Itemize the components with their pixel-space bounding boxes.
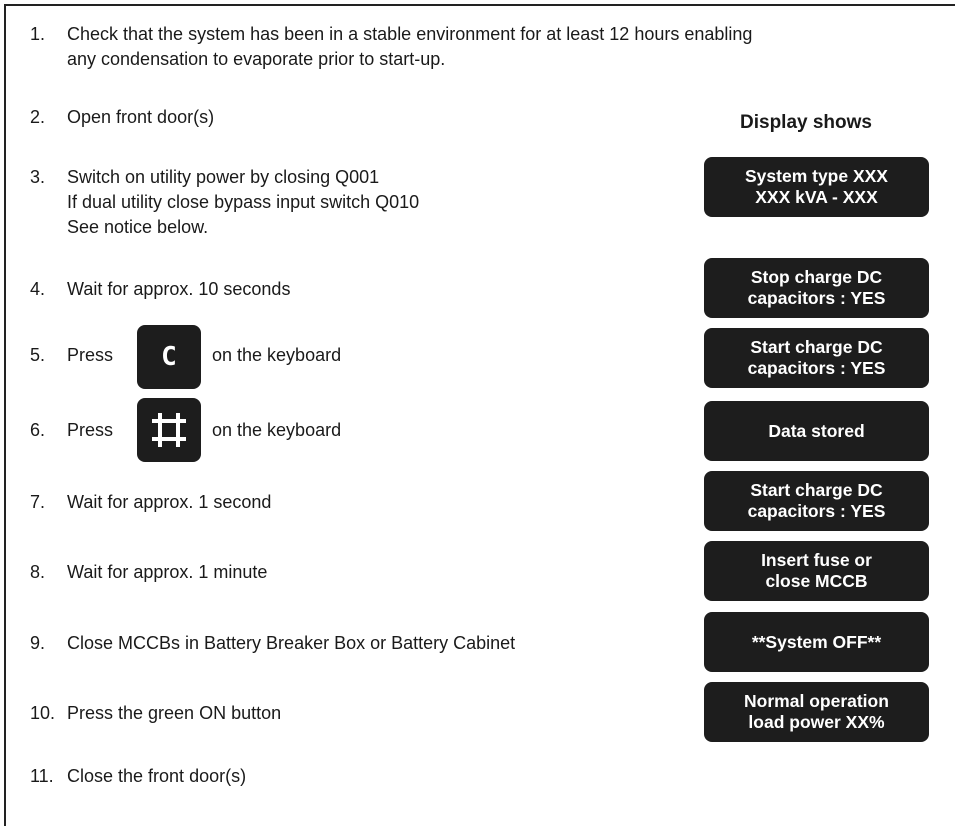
step-text-line: Wait for approx. 10 seconds	[67, 279, 291, 299]
display-stop-charge: Stop charge DC capacitors : YES	[704, 258, 929, 318]
step-text-line: Switch on utility power by closing Q001	[67, 167, 380, 187]
step-text-press: Press	[67, 345, 114, 365]
step-number: 5.	[30, 345, 46, 365]
step-7: 7. Wait for approx. 1 second	[30, 490, 271, 515]
display-line: Insert fuse or	[761, 550, 872, 570]
display-line: close MCCB	[765, 571, 868, 591]
display-line: System type XXX	[745, 166, 888, 186]
step-number: 7.	[30, 492, 46, 512]
step-text-keyboard: on the keyboard	[212, 345, 342, 365]
step-text-line: Press the green ON button	[67, 703, 282, 723]
step-text-line: Check that the system has been in a stab…	[67, 24, 753, 44]
display-line: capacitors : YES	[747, 501, 886, 521]
step-2: 2. Open front door(s)	[30, 105, 214, 130]
enter-key-glyph	[152, 413, 186, 447]
display-line: load power XX%	[748, 712, 885, 732]
step-4: 4. Wait for approx. 10 seconds	[30, 277, 290, 302]
step-number: 10.	[30, 703, 56, 723]
step-3: 3. Switch on utility power by closing Q0…	[30, 165, 419, 237]
c-key-label: C	[161, 342, 177, 372]
step-text-line: Close the front door(s)	[67, 766, 247, 786]
step-number: 9.	[30, 633, 46, 653]
display-line: capacitors : YES	[747, 288, 886, 308]
display-line: Data stored	[768, 420, 865, 441]
step-5: 5. Press on the keyboard	[30, 343, 341, 368]
display-data-stored: Data stored	[704, 401, 929, 461]
step-number: 11.	[30, 766, 54, 786]
step-text-line: any condensation to evaporate prior to s…	[67, 49, 446, 69]
step-number: 8.	[30, 562, 46, 582]
step-6: 6. Press on the keyboard	[30, 418, 341, 443]
display-line: **System OFF**	[751, 631, 882, 652]
step-number: 2.	[30, 107, 46, 127]
step-10: 10. Press the green ON button	[30, 701, 281, 726]
display-line: capacitors : YES	[747, 358, 886, 378]
step-number: 1.	[30, 24, 46, 44]
display-system-off: **System OFF**	[704, 612, 929, 672]
display-start-charge-2: Start charge DC capacitors : YES	[704, 471, 929, 531]
step-text-line: Wait for approx. 1 minute	[67, 562, 268, 582]
step-text-keyboard: on the keyboard	[212, 420, 342, 440]
display-heading: Display shows	[740, 112, 872, 133]
display-start-charge: Start charge DC capacitors : YES	[704, 328, 929, 388]
step-number: 3.	[30, 167, 46, 187]
display-line: Start charge DC	[750, 480, 883, 500]
step-9: 9. Close MCCBs in Battery Breaker Box or…	[30, 631, 515, 656]
c-key-icon: C	[137, 325, 201, 389]
step-text-press: Press	[67, 420, 114, 440]
step-text-line: See notice below.	[67, 217, 209, 237]
display-insert-fuse: Insert fuse or close MCCB	[704, 541, 929, 601]
display-line: Normal operation	[744, 691, 889, 711]
display-system-type: System type XXX XXX kVA - XXX	[704, 157, 929, 217]
step-text-line: Close MCCBs in Battery Breaker Box or Ba…	[67, 633, 516, 653]
step-number: 4.	[30, 279, 46, 299]
display-line: Start charge DC	[750, 337, 883, 357]
display-normal-operation: Normal operation load power XX%	[704, 682, 929, 742]
step-text-line: Wait for approx. 1 second	[67, 492, 272, 512]
display-line: XXX kVA - XXX	[755, 187, 878, 207]
step-number: 6.	[30, 420, 46, 440]
enter-key-icon	[137, 398, 201, 462]
step-11: 11. Close the front door(s)	[30, 764, 246, 789]
step-1: 1. Check that the system has been in a s…	[30, 22, 752, 69]
step-8: 8. Wait for approx. 1 minute	[30, 560, 267, 585]
display-line: Stop charge DC	[750, 267, 883, 287]
step-text-line: Open front door(s)	[67, 107, 215, 127]
step-text-line: If dual utility close bypass input switc…	[67, 192, 420, 212]
